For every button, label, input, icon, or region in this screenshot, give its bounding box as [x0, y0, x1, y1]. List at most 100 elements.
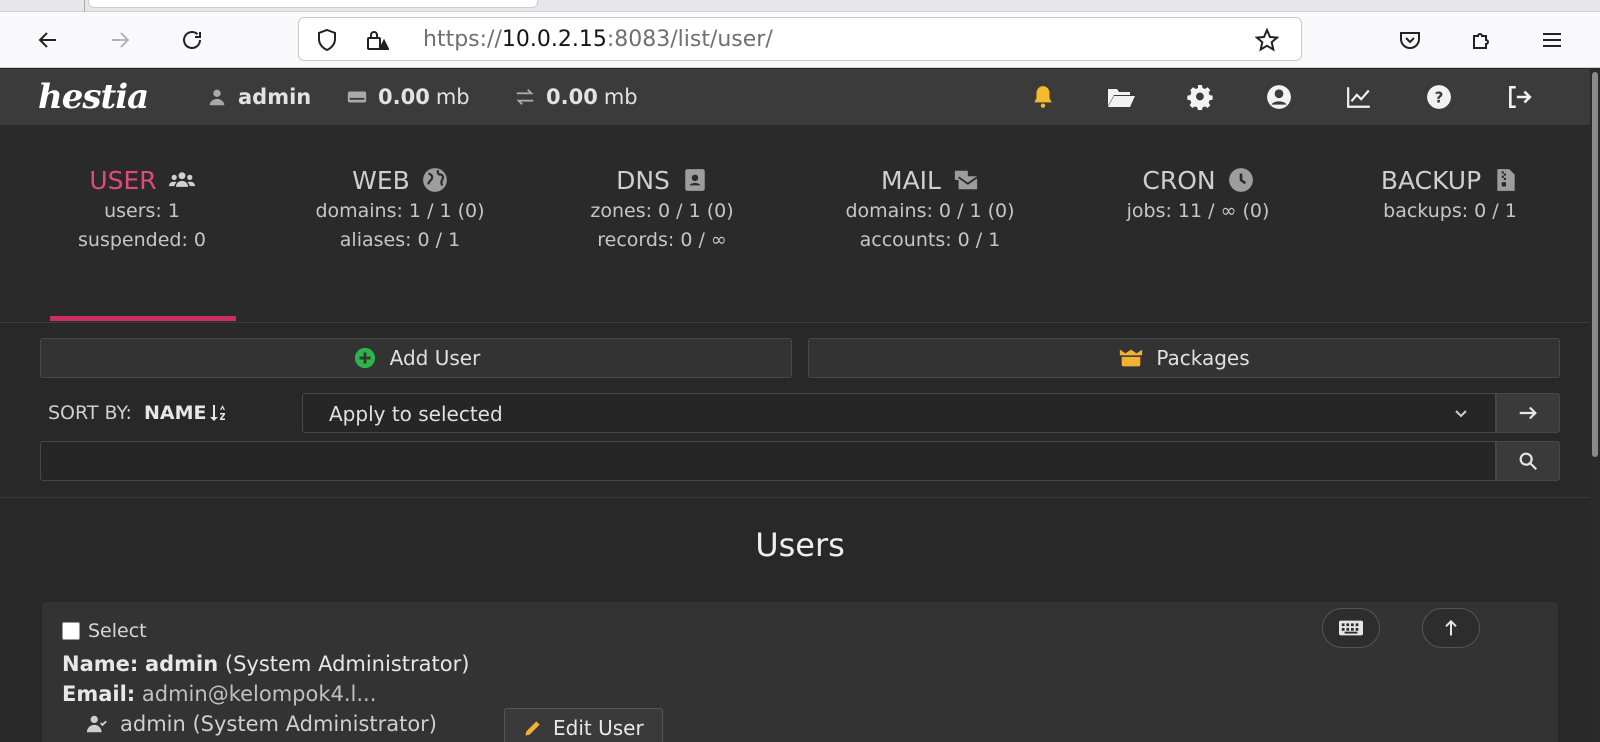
tab-dns[interactable]: DNS zones: 0 / 1 (0) records: 0 / ∞ — [542, 163, 782, 255]
tab-mail[interactable]: MAIL domains: 0 / 1 (0) accounts: 0 / 1 — [810, 163, 1050, 255]
bandwidth-value: 0.00 — [546, 85, 598, 109]
clock-icon — [1228, 168, 1253, 192]
tab-user-title: USER — [89, 165, 157, 195]
browser-tab-active[interactable] — [88, 0, 538, 8]
tab-dns-title: DNS — [616, 165, 670, 195]
name-label: Name: — [62, 652, 139, 676]
apply-bulk-action-button[interactable] — [1496, 393, 1560, 433]
browser-tab-strip — [0, 0, 1600, 12]
plus-circle-icon — [354, 347, 375, 369]
file-manager-button[interactable] — [1106, 84, 1136, 110]
search-input[interactable] — [40, 441, 1496, 481]
web-domains-count: domains: 1 / 1 (0) — [315, 200, 485, 222]
extensions-button[interactable] — [1464, 22, 1500, 58]
shield-icon[interactable] — [315, 28, 339, 52]
menu-button[interactable] — [1534, 22, 1570, 58]
users-icon — [168, 172, 195, 187]
suspended-count: suspended: 0 — [78, 229, 206, 251]
address-book-icon — [685, 169, 705, 191]
gear-icon — [1187, 84, 1213, 110]
pocket-button[interactable] — [1392, 22, 1428, 58]
server-settings-button[interactable] — [1186, 84, 1216, 110]
folder-open-icon — [1108, 89, 1135, 107]
topbar-bandwidth: 0.00 mb — [514, 69, 638, 125]
star-bookmark-icon[interactable] — [1255, 28, 1279, 52]
dns-zones-count: zones: 0 / 1 (0) — [590, 200, 734, 222]
sort-by-value: NAME — [143, 402, 207, 424]
help-icon: ? — [1427, 85, 1451, 109]
bulk-action-select[interactable]: Apply to selected — [302, 393, 1496, 433]
toolbar-divider — [0, 497, 1590, 498]
logout-icon — [1509, 85, 1532, 109]
packages-button[interactable]: Packages — [808, 338, 1560, 378]
help-button[interactable]: ? — [1424, 84, 1454, 110]
users-count: users: 1 — [104, 200, 180, 222]
logout-button[interactable] — [1504, 84, 1534, 110]
user-email-field: Email: admin@kelompok4.l... — [62, 682, 376, 706]
disk-usage-value: 0.00 — [378, 85, 430, 109]
mail-accounts-count: accounts: 0 / 1 — [859, 229, 1001, 251]
name-value[interactable]: admin — [145, 652, 218, 676]
scroll-top-button[interactable] — [1422, 608, 1480, 648]
user-check-icon — [86, 715, 107, 733]
page-scrollbar[interactable] — [1590, 69, 1600, 742]
app-topbar: hestia admin 0.00 mb 0.00 mb ? — [0, 69, 1590, 125]
scrollbar-thumb[interactable] — [1592, 72, 1598, 457]
hdd-icon — [347, 91, 367, 103]
arrow-right-icon — [112, 32, 130, 48]
mail-bulk-icon — [954, 170, 978, 190]
sort-by-control[interactable]: SORT BY: NAME — [48, 401, 226, 425]
add-user-label: Add User — [389, 346, 481, 370]
user-name-field: Name: admin (System Administrator) — [62, 652, 469, 676]
backups-count: backups: 0 / 1 — [1383, 200, 1517, 222]
url-text[interactable]: https://10.0.2.15:8083/list/user/ — [423, 28, 773, 52]
add-user-button[interactable]: Add User — [40, 338, 792, 378]
user-circle-icon — [1267, 85, 1291, 109]
url-scheme: https:// — [423, 27, 502, 52]
sort-by-label: SORT BY: — [48, 402, 132, 424]
tab-backup[interactable]: BACKUP backups: 0 / 1 — [1330, 163, 1570, 226]
user-card: Select Name: admin (System Administrator… — [42, 602, 1558, 742]
reload-button[interactable] — [174, 22, 210, 58]
email-value: admin@kelompok4.l... — [141, 682, 377, 706]
select-label: Select — [88, 620, 147, 642]
profile-button[interactable] — [1264, 84, 1294, 110]
active-tab-indicator — [50, 316, 236, 321]
select-checkbox-input[interactable] — [62, 622, 80, 640]
puzzle-icon — [1473, 33, 1489, 49]
search-button[interactable] — [1496, 441, 1560, 481]
tab-user[interactable]: USER users: 1 suspended: 0 — [22, 163, 262, 255]
login-as-label: admin (System Administrator) — [120, 712, 437, 736]
search-icon — [1519, 452, 1538, 471]
statistics-button[interactable] — [1344, 84, 1374, 110]
mail-domains-count: domains: 0 / 1 (0) — [845, 200, 1015, 222]
topbar-user[interactable]: admin — [206, 69, 317, 125]
login-as-user[interactable]: admin (System Administrator) — [86, 712, 437, 736]
browser-navbar: https://10.0.2.15:8083/list/user/ — [0, 12, 1600, 68]
pencil-icon — [525, 721, 540, 736]
edit-user-button[interactable]: Edit User — [504, 708, 663, 742]
tab-cron[interactable]: CRON jobs: 11 / ∞ (0) — [1078, 163, 1318, 226]
address-bar[interactable]: https://10.0.2.15:8083/list/user/ — [298, 17, 1302, 61]
insecure-lock-icon[interactable] — [365, 28, 389, 52]
back-button[interactable] — [30, 22, 66, 58]
forward-button[interactable] — [102, 22, 138, 58]
notifications-button[interactable] — [1028, 84, 1058, 110]
dns-records-count: records: 0 / ∞ — [597, 229, 727, 251]
packages-label: Packages — [1156, 346, 1250, 370]
user-icon — [209, 89, 225, 106]
chevron-down-icon — [1455, 410, 1467, 418]
hestia-logo[interactable]: hestia — [38, 77, 149, 117]
keyboard-shortcuts-button[interactable] — [1322, 608, 1380, 648]
pocket-icon — [1400, 32, 1420, 49]
edit-user-label: Edit User — [553, 716, 644, 740]
hamburger-icon — [1543, 33, 1561, 47]
chart-line-icon — [1347, 87, 1370, 108]
select-checkbox[interactable]: Select — [62, 620, 147, 642]
tab-web[interactable]: WEB domains: 1 / 1 (0) aliases: 0 / 1 — [280, 163, 520, 255]
file-archive-icon — [1497, 169, 1515, 191]
web-aliases-count: aliases: 0 / 1 — [339, 229, 461, 251]
arrow-up-icon — [1445, 619, 1457, 636]
url-path: :8083/list/user/ — [606, 27, 773, 52]
bell-icon — [1034, 86, 1052, 108]
